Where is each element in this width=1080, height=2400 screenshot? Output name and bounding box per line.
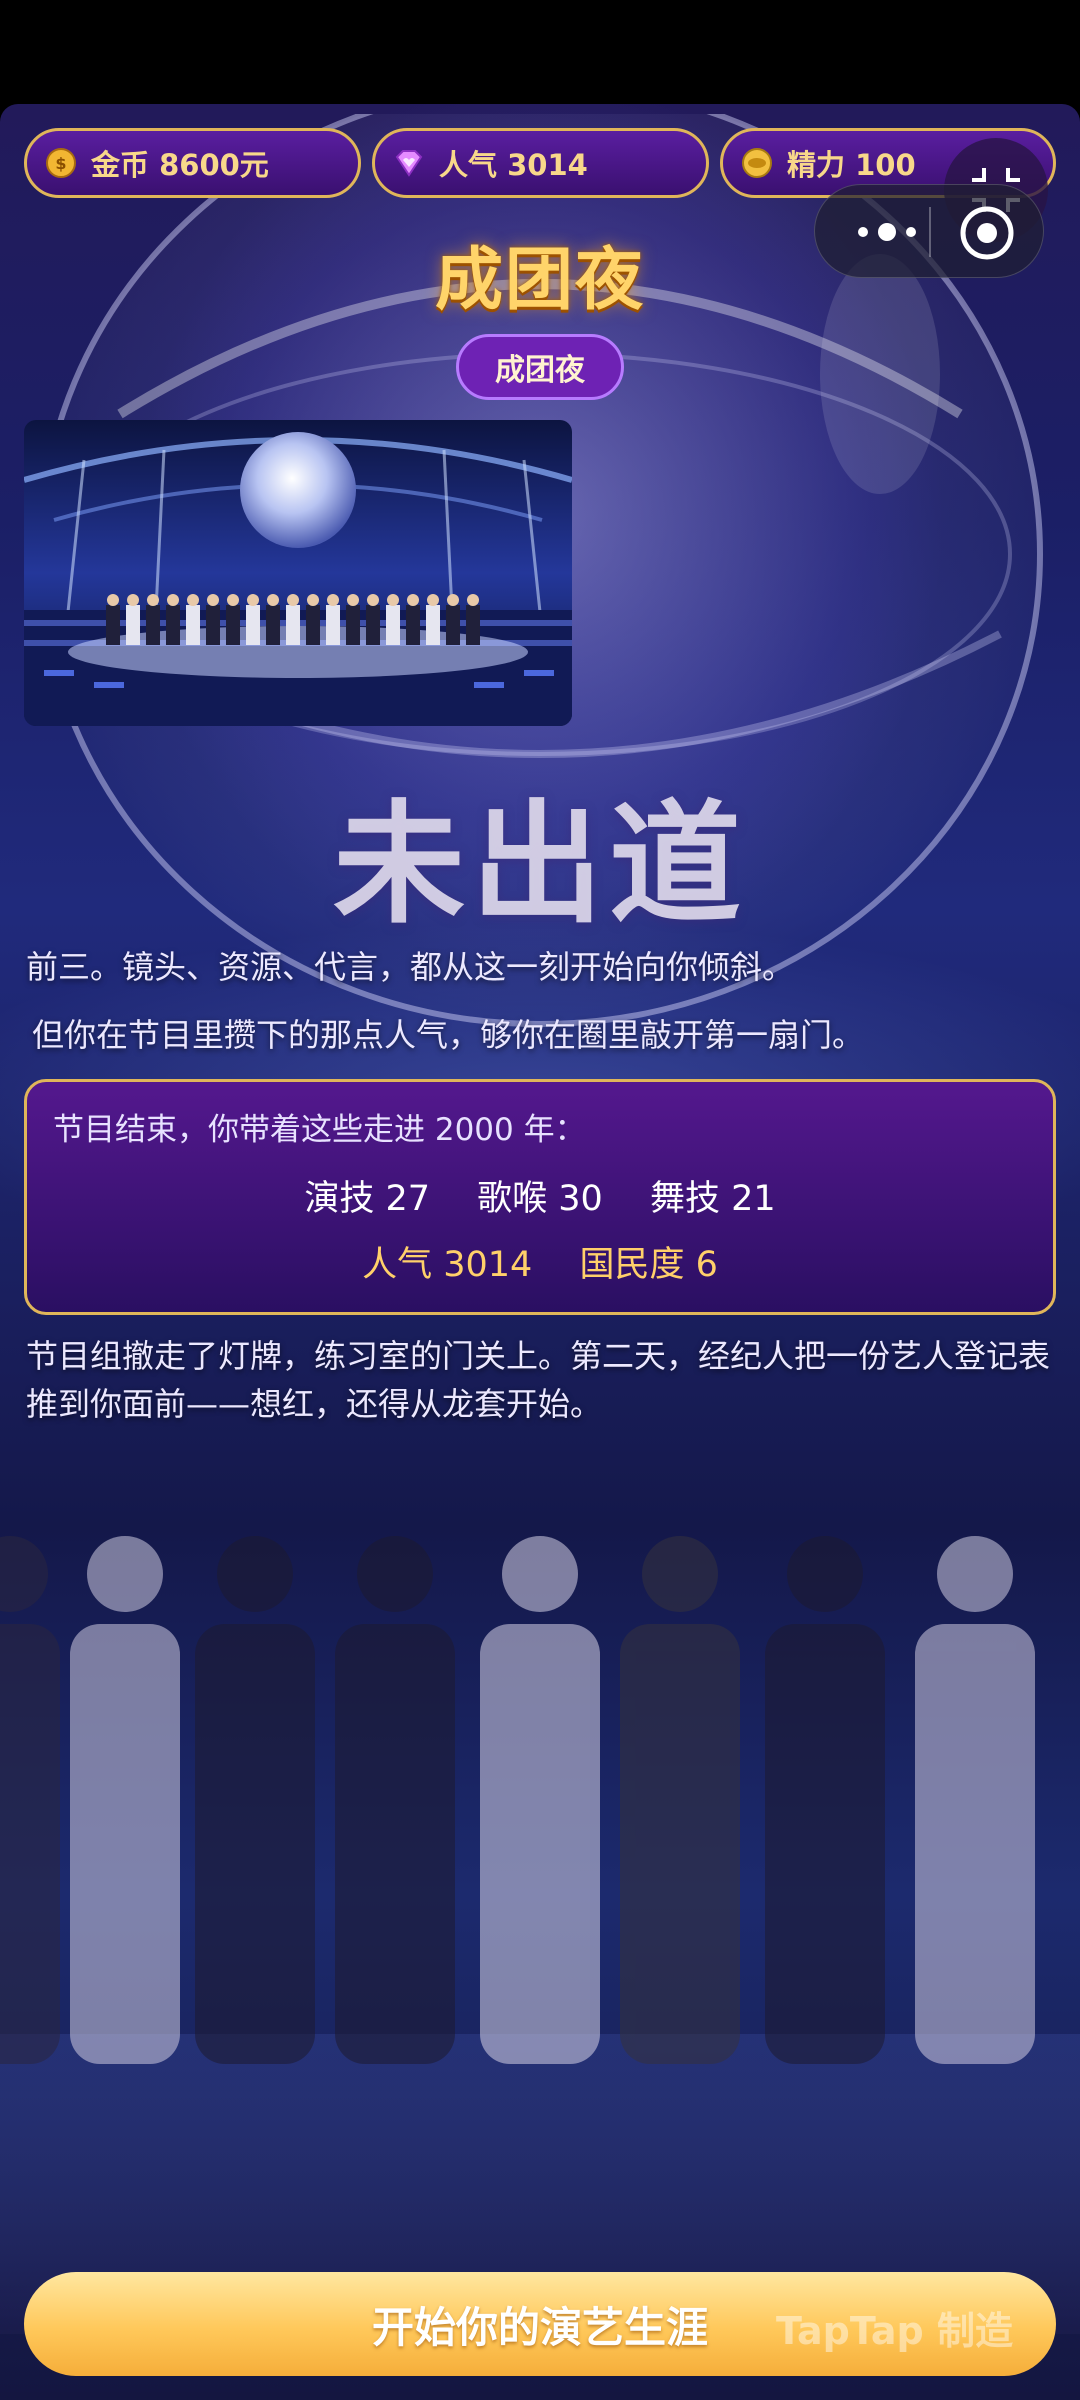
heart-gem-icon	[395, 150, 423, 177]
app-root: $ 金币 8600元 人气 3014 精力 100 成团夜 成团夜 未出道 前三…	[0, 0, 1080, 2400]
taptap-watermark: TapTap 制造	[776, 2309, 1013, 2353]
chapter-badge: 成团夜	[456, 334, 624, 400]
page-title: 成团夜	[434, 241, 645, 320]
status-bar	[0, 0, 1080, 104]
stat-acting: 演技 27	[304, 1179, 431, 1219]
game-stage: $ 金币 8600元 人气 3014 精力 100 成团夜 成团夜 未出道 前三…	[0, 104, 1080, 2400]
summary-intro: 节目结束，你带着这些走进 2000 年：	[53, 1112, 586, 1148]
stage-scene-image	[24, 420, 572, 726]
epilogue-paragraph: 节目组撤走了灯牌，练习室的门关上。第二天，经纪人把一份艺人登记表推到你面前——想…	[26, 1337, 1051, 1423]
story-paragraph-2: 但你在节目里攒下的那点人气，够你在圈里敲开第一扇门。	[32, 1016, 865, 1054]
stat-popularity: 人气 3014	[362, 1245, 533, 1285]
popularity-display: 人气 3014	[372, 128, 709, 198]
coins-label: 金币 8600元	[91, 148, 269, 182]
performers-background	[0, 1536, 1080, 2334]
energy-label: 精力 100	[787, 148, 916, 182]
fame-stats: 人气 3014 国民度 6	[27, 1236, 1053, 1287]
stat-national-fame: 国民度 6	[579, 1245, 718, 1285]
svg-text:$: $	[55, 154, 66, 173]
debut-result: 未出道	[333, 788, 747, 942]
stage-illustration	[24, 420, 572, 726]
story-paragraph-1: 前三。镜头、资源、代言，都从这一刻开始向你倾斜。	[26, 948, 795, 986]
stat-dancing: 舞技 21	[649, 1179, 776, 1219]
coins-display: $ 金币 8600元	[24, 128, 361, 198]
energy-icon	[742, 148, 772, 178]
stat-singing: 歌喉 30	[477, 1179, 603, 1219]
coin-icon: $	[46, 148, 76, 178]
skill-stats: 演技 27 歌喉 30 舞技 21	[27, 1170, 1053, 1221]
stats-summary-card: 节目结束，你带着这些走进 2000 年： 演技 27 歌喉 30 舞技 21 人…	[24, 1079, 1056, 1315]
popularity-label: 人气 3014	[439, 148, 588, 182]
